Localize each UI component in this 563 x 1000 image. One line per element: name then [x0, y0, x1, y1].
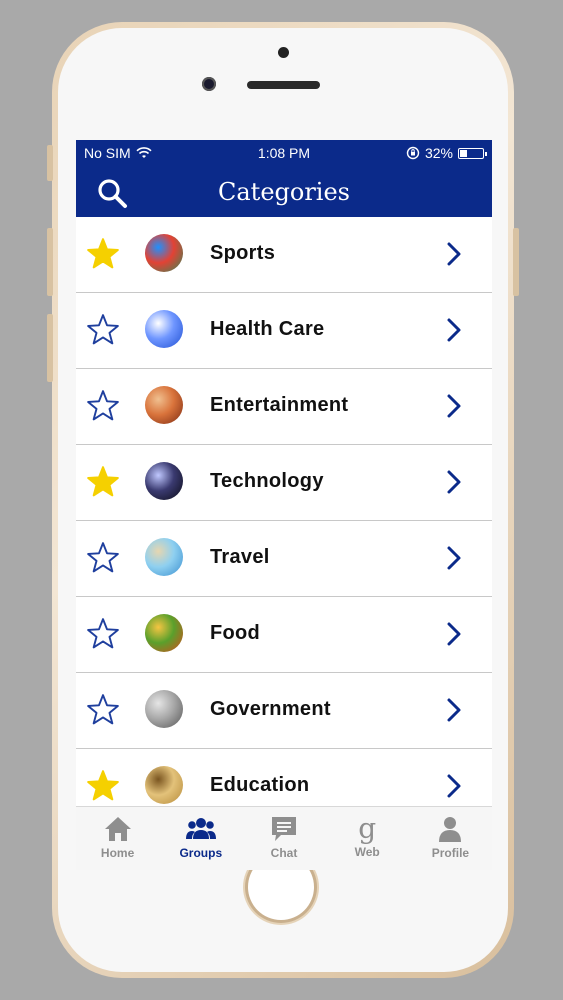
tab-bar: Home Groups Chat g Web Profile: [76, 806, 492, 870]
chevron-right-icon[interactable]: [446, 241, 462, 267]
category-label: Food: [210, 622, 261, 644]
chevron-right-icon[interactable]: [446, 545, 462, 571]
chevron-right-icon[interactable]: [446, 697, 462, 723]
category-label: Health Care: [210, 318, 325, 340]
earpiece-speaker: [247, 81, 320, 89]
category-thumbnail: [145, 310, 183, 348]
category-thumbnail: [145, 462, 183, 500]
category-label: Entertainment: [210, 394, 349, 416]
app-screen: No SIM 1:08 PM 32% Categories Sports Heal…: [76, 140, 492, 870]
category-row-food[interactable]: Food: [76, 597, 492, 673]
tab-label: Groups: [179, 846, 223, 860]
tab-home[interactable]: Home: [76, 807, 159, 870]
side-button-mute: [47, 145, 53, 181]
tab-label: Home: [100, 846, 135, 860]
star-outline-icon[interactable]: [86, 541, 120, 575]
rotation-lock-icon: [406, 146, 420, 160]
category-thumbnail: [145, 538, 183, 576]
category-list: Sports Health Care Entertainment Technology…: [76, 217, 492, 806]
category-thumbnail: [145, 614, 183, 652]
google-icon: g: [358, 812, 377, 845]
side-button-volume-up: [47, 228, 53, 296]
category-label: Government: [210, 698, 331, 720]
chevron-right-icon[interactable]: [446, 317, 462, 343]
tab-label: Chat: [270, 846, 298, 860]
category-thumbnail: [145, 690, 183, 728]
category-row-sports[interactable]: Sports: [76, 217, 492, 293]
category-label: Technology: [210, 470, 324, 492]
category-label: Education: [210, 774, 310, 796]
home-icon: [76, 815, 159, 843]
star-filled-icon[interactable]: [86, 769, 120, 803]
category-row-entertainment[interactable]: Entertainment: [76, 369, 492, 445]
chevron-right-icon[interactable]: [446, 621, 462, 647]
chevron-right-icon[interactable]: [446, 469, 462, 495]
category-row-health-care[interactable]: Health Care: [76, 293, 492, 369]
page-title: Categories: [218, 178, 350, 206]
tab-groups[interactable]: Groups: [159, 807, 242, 870]
category-row-government[interactable]: Government: [76, 673, 492, 749]
star-filled-icon[interactable]: [86, 237, 120, 271]
category-row-travel[interactable]: Travel: [76, 521, 492, 597]
tab-label: Profile: [431, 846, 470, 860]
status-bar: No SIM 1:08 PM 32%: [76, 140, 492, 167]
front-camera: [202, 77, 216, 91]
nav-bar: Categories: [76, 167, 492, 217]
chevron-right-icon[interactable]: [446, 393, 462, 419]
category-thumbnail: [145, 234, 183, 272]
side-button-volume-down: [47, 314, 53, 382]
category-thumbnail: [145, 386, 183, 424]
category-thumbnail: [145, 766, 183, 804]
battery-level: [460, 149, 468, 157]
category-row-technology[interactable]: Technology: [76, 445, 492, 521]
clock: 1:08 PM: [257, 145, 311, 161]
battery-percent: 32%: [424, 145, 453, 161]
star-outline-icon[interactable]: [86, 693, 120, 727]
star-outline-icon[interactable]: [86, 617, 120, 651]
category-label: Travel: [210, 546, 270, 568]
chevron-right-icon[interactable]: [446, 773, 462, 799]
proximity-sensor: [278, 47, 289, 58]
side-button-power: [513, 228, 519, 296]
category-row-education[interactable]: Education: [76, 749, 492, 806]
profile-icon: [409, 815, 492, 843]
star-filled-icon[interactable]: [86, 465, 120, 499]
star-outline-icon[interactable]: [86, 389, 120, 423]
tab-profile[interactable]: Profile: [409, 807, 492, 870]
tab-label: Web: [354, 845, 380, 859]
chat-icon: [242, 815, 325, 843]
star-outline-icon[interactable]: [86, 313, 120, 347]
battery-icon: [458, 147, 487, 159]
tab-web[interactable]: g Web: [326, 807, 409, 870]
groups-icon: [159, 815, 242, 843]
category-label: Sports: [210, 242, 276, 264]
tab-chat[interactable]: Chat: [242, 807, 325, 870]
